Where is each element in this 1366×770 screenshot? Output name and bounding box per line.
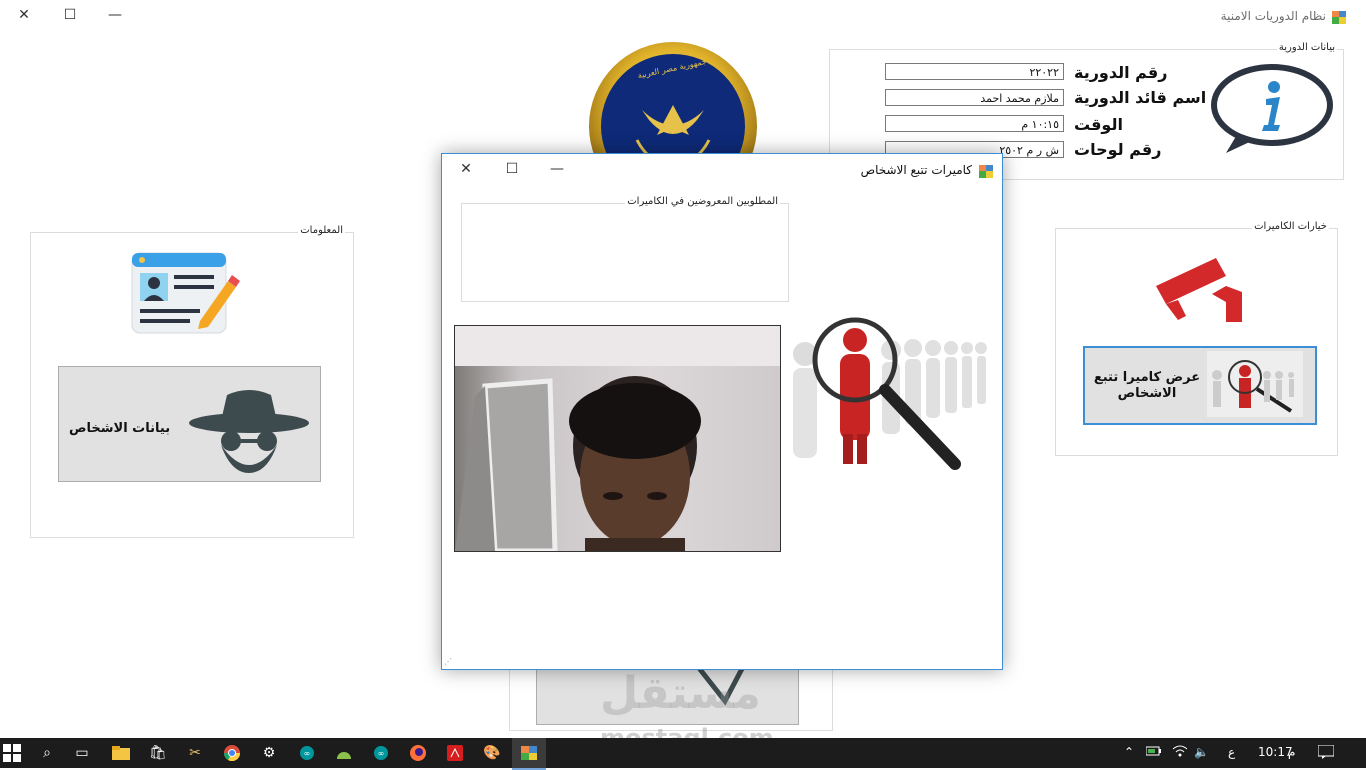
input-language[interactable]: ع: [1228, 745, 1235, 759]
info-group-title: المعلومات: [298, 225, 345, 236]
track-camera-button-label: عرض كاميرا تتبع الاشخاص: [1093, 370, 1201, 401]
svg-text:∞: ∞: [378, 749, 385, 758]
svg-text:∞: ∞: [304, 749, 311, 758]
main-maximize-button[interactable]: ☐: [58, 3, 82, 27]
patrol-time-label: الوقت: [1074, 115, 1123, 134]
persons-data-button-label: بيانات الاشخاص: [69, 421, 171, 436]
arduino-icon[interactable]: ∞: [297, 743, 317, 763]
patrol-info-group-title: بيانات الدورية: [1276, 42, 1337, 53]
camera-feed: [454, 325, 781, 552]
person-search-magnifier-icon: [785, 314, 995, 484]
spy-hat-icon: [187, 385, 311, 477]
main-close-button[interactable]: ✕: [12, 3, 36, 27]
id-card-edit-icon: [130, 251, 240, 335]
android-icon[interactable]: [334, 743, 354, 763]
acrobat-icon[interactable]: [445, 743, 465, 763]
patrol-leader-field[interactable]: ملازم محمد احمد: [885, 89, 1064, 106]
windows-start-icon[interactable]: [2, 743, 22, 763]
app-icon: [1332, 9, 1346, 24]
info-speech-bubble-icon: [1208, 63, 1336, 155]
volume-icon[interactable]: 🔈: [1194, 745, 1209, 759]
chrome-icon[interactable]: [222, 743, 242, 763]
arduino-icon-2[interactable]: ∞: [371, 743, 391, 763]
wifi-icon[interactable]: [1172, 745, 1188, 760]
watermark-arabic: مستقل: [600, 668, 761, 719]
taskbar: ⌕ ▭ 🛍 ✂ ⚙ ∞ ∞ 🎨 ⌃ 🔈 ع م 10:17: [0, 738, 1366, 770]
eagle-emblem-icon: [589, 42, 757, 160]
police-emblem: جمهورية مصر العربية: [587, 40, 759, 160]
wanted-persons-group: المطلوبين المعروضين في الكاميرات: [461, 196, 789, 302]
tool-icon[interactable]: ✂: [185, 743, 205, 763]
dialog-title: كاميرات تتبع الاشخاص: [860, 163, 972, 177]
task-view-icon[interactable]: ▭: [72, 743, 92, 763]
patrol-number-label: رقم الدورية: [1074, 63, 1168, 82]
patrol-leader-label: اسم قائد الدورية: [1074, 88, 1207, 107]
dialog-close-button[interactable]: ✕: [454, 157, 478, 181]
plate-number-label: رقم لوحات: [1074, 140, 1162, 159]
battery-icon[interactable]: [1145, 745, 1162, 759]
search-icon[interactable]: ⌕: [37, 743, 57, 763]
camera-options-group-title: خيارات الكاميرات: [1252, 221, 1329, 232]
cctv-camera-icon: [1152, 256, 1246, 324]
clock-time[interactable]: 10:17: [1258, 745, 1293, 759]
notifications-icon[interactable]: [1317, 744, 1335, 762]
firefox-icon[interactable]: [408, 743, 428, 763]
camera-feed-image: [455, 326, 780, 551]
dialog-app-icon: [979, 163, 993, 178]
tracking-cameras-dialog: ✕ ☐ — كاميرات تتبع الاشخاص المطلوبين الم…: [441, 153, 1003, 670]
dialog-minimize-button[interactable]: —: [545, 157, 569, 181]
patrol-time-field[interactable]: ١٠:١٥ م: [885, 115, 1064, 132]
tray-chevron-icon[interactable]: ⌃: [1124, 745, 1134, 759]
settings-icon[interactable]: ⚙: [259, 743, 279, 763]
resize-grip[interactable]: ⋰: [444, 657, 454, 667]
dialog-maximize-button[interactable]: ☐: [500, 157, 524, 181]
wanted-persons-group-title: المطلوبين المعروضين في الكاميرات: [625, 196, 780, 207]
app-window-icon: [521, 746, 537, 760]
store-icon[interactable]: 🛍: [148, 743, 168, 763]
track-camera-button[interactable]: عرض كاميرا تتبع الاشخاص: [1083, 346, 1317, 425]
file-explorer-icon[interactable]: [111, 743, 131, 763]
patrol-number-field[interactable]: ٢٢٠٢٢: [885, 63, 1064, 80]
person-search-icon: [1207, 351, 1303, 417]
main-window-title: نظام الدوريات الامنية: [1220, 9, 1326, 23]
persons-data-button[interactable]: بيانات الاشخاص: [58, 366, 321, 482]
active-app-button[interactable]: [512, 738, 546, 770]
paint-icon[interactable]: 🎨: [482, 743, 502, 763]
main-minimize-button[interactable]: —: [103, 3, 127, 27]
